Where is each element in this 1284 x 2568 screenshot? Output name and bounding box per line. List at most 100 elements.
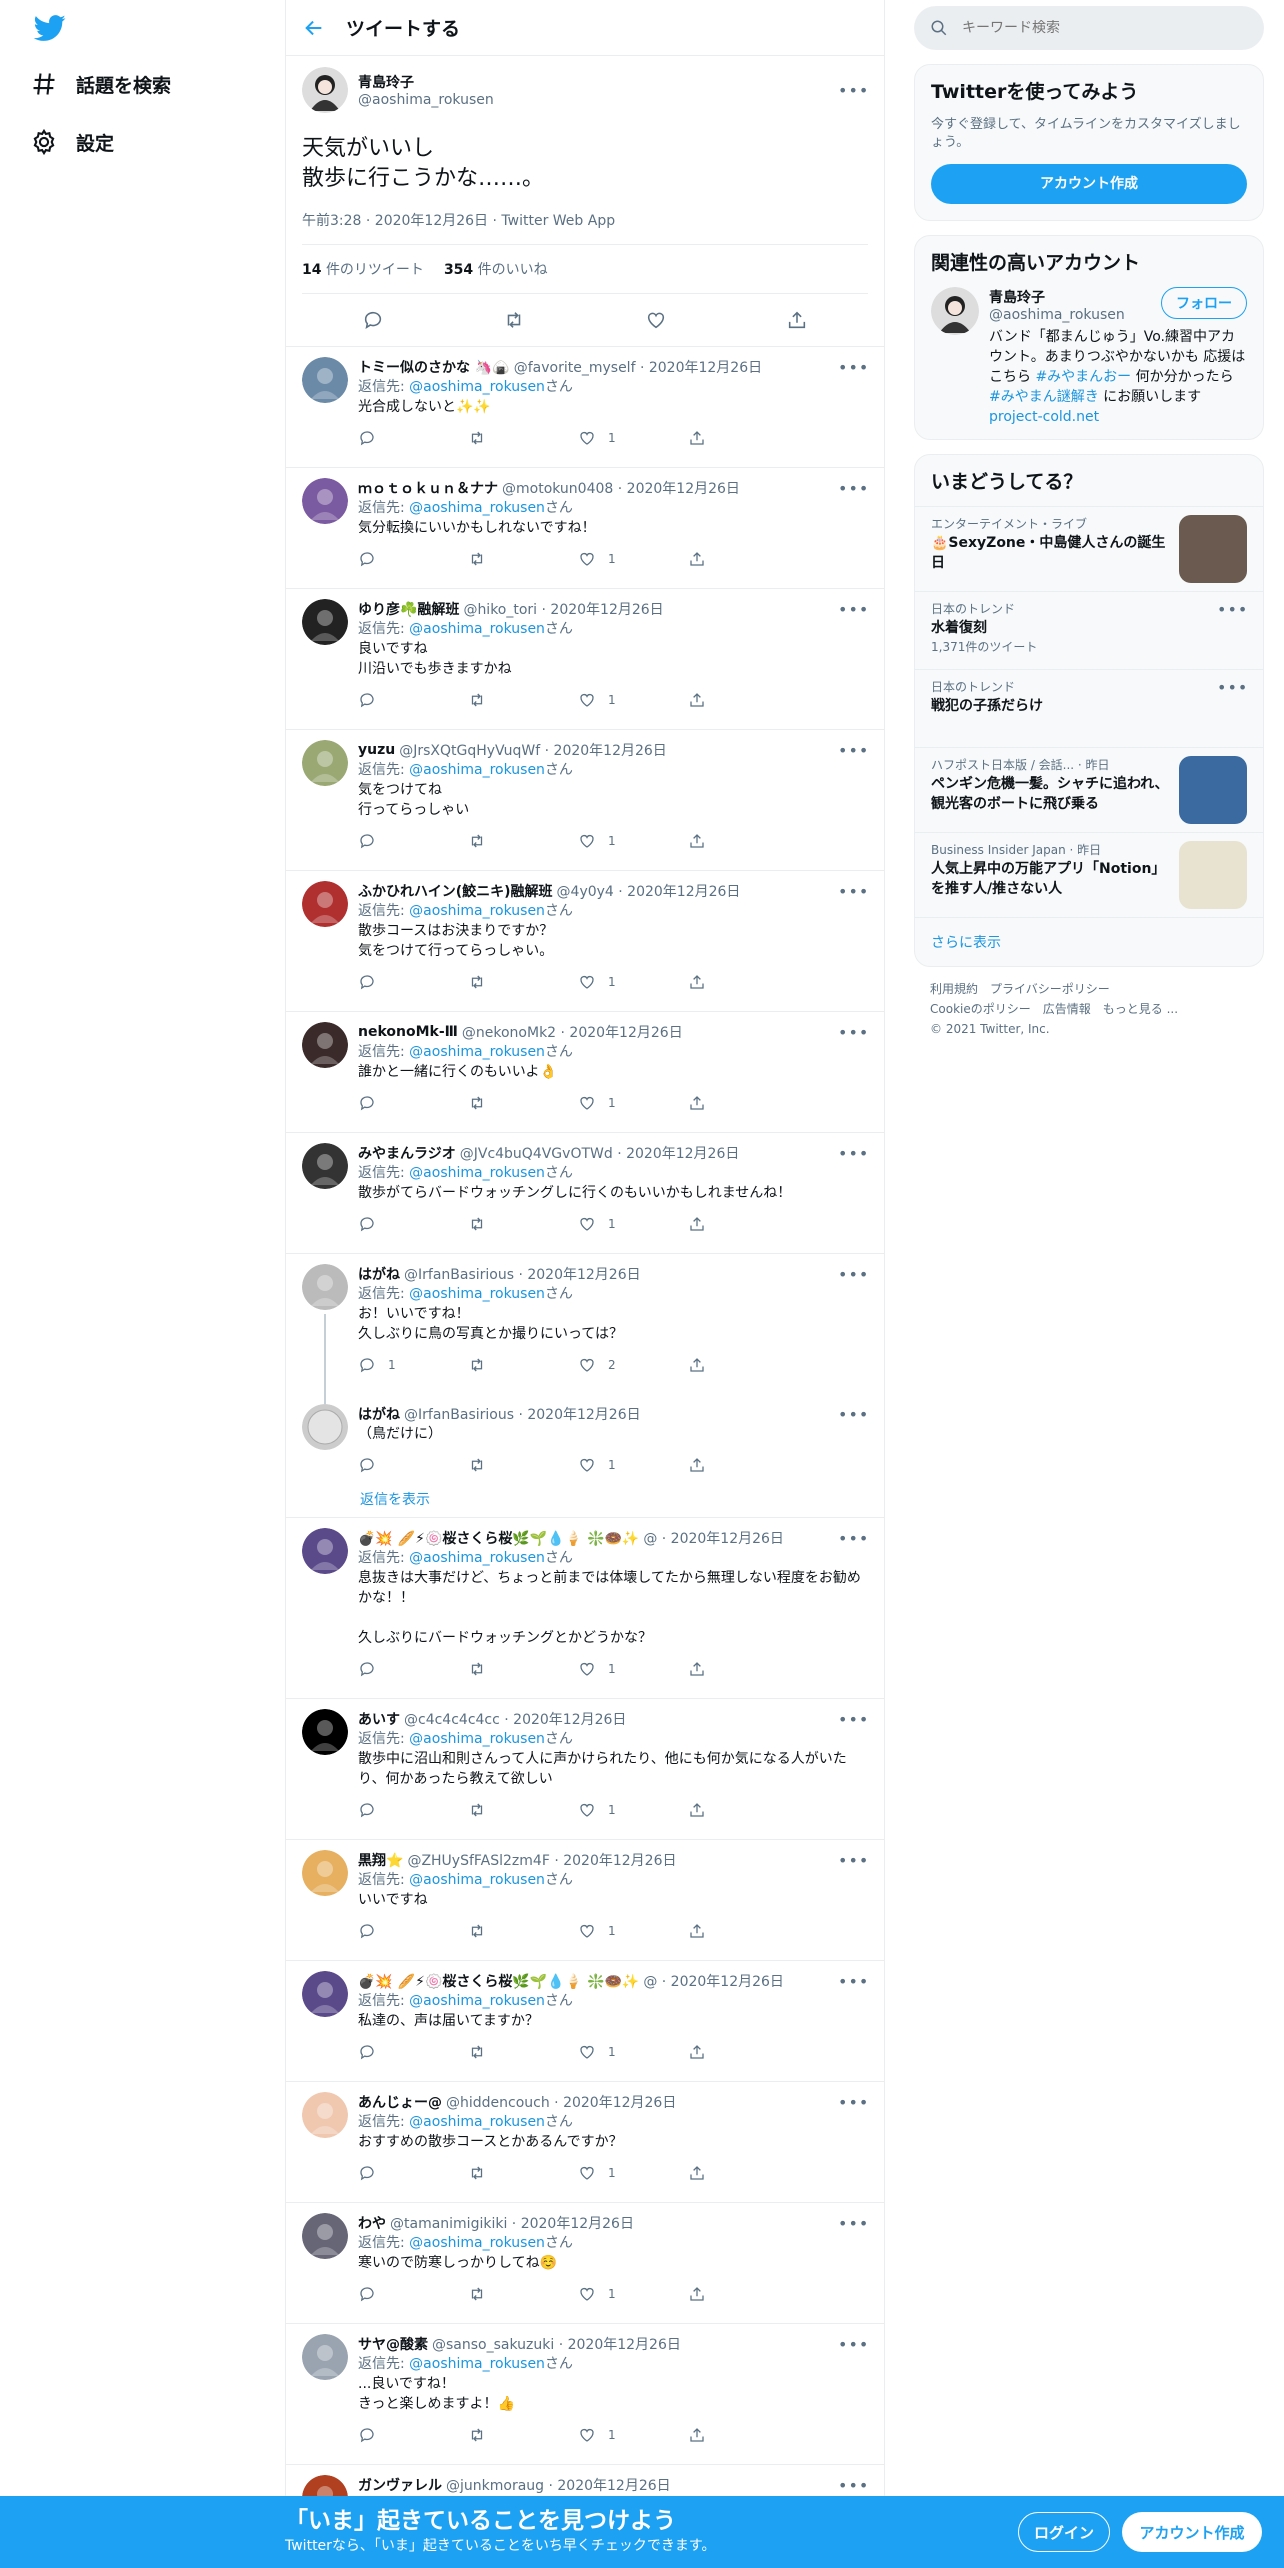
- avatar[interactable]: [302, 357, 348, 403]
- signup-button[interactable]: アカウント作成: [1122, 2512, 1262, 2552]
- more-options-icon[interactable]: •••: [838, 741, 868, 760]
- mention-link[interactable]: @aoshima_rokusen: [409, 500, 545, 516]
- share-button[interactable]: [688, 832, 798, 850]
- more-options-icon[interactable]: •••: [838, 1144, 868, 1163]
- trend-item[interactable]: エンターテイメント・ライブ 🎂SexyZone・中島健人さんの誕生日: [915, 506, 1263, 591]
- retweet-button[interactable]: [468, 2164, 578, 2182]
- retweet-icon[interactable]: [503, 309, 525, 331]
- like-button[interactable]: 1: [578, 973, 688, 991]
- like-button[interactable]: 1: [578, 1801, 688, 1819]
- footer-link[interactable]: もっと見る ...: [1103, 1002, 1178, 1016]
- retweet-button[interactable]: [468, 1356, 578, 1374]
- reply-tweet[interactable]: はがね @IrfanBasirious · 2020年12月26日 ••• 返信先: …: [286, 1254, 884, 1394]
- avatar[interactable]: [302, 67, 348, 113]
- reply-author-handle[interactable]: @ · 2020年12月26日: [643, 1528, 784, 1548]
- avatar[interactable]: [302, 1528, 348, 1574]
- share-button[interactable]: [688, 2043, 798, 2061]
- reply-author-handle[interactable]: @sanso_sakuzuki · 2020年12月26日: [432, 2334, 681, 2354]
- reply-button[interactable]: [358, 429, 468, 447]
- more-options-icon[interactable]: •••: [838, 479, 868, 498]
- author-name[interactable]: 青島玲子: [358, 72, 838, 92]
- reply-author-handle[interactable]: @hiko_tori · 2020年12月26日: [463, 599, 663, 619]
- like-button[interactable]: 1: [578, 429, 688, 447]
- reply-author-name[interactable]: サヤ@酸素: [358, 2334, 428, 2354]
- reply-button[interactable]: [358, 2426, 468, 2444]
- reply-button[interactable]: [358, 2043, 468, 2061]
- more-options-icon[interactable]: •••: [838, 1405, 868, 1424]
- reply-icon[interactable]: [362, 309, 384, 331]
- share-button[interactable]: [688, 2426, 798, 2444]
- share-icon[interactable]: [786, 309, 808, 331]
- reply-author-name[interactable]: あんじょー@: [358, 2092, 442, 2112]
- reply-tweet[interactable]: ｍｏｔｏｋｕｎ＆ナナ @motokun0408 · 2020年12月26日 ••• 返…: [286, 468, 884, 589]
- like-button[interactable]: 1: [578, 2426, 688, 2444]
- footer-link[interactable]: プライバシーポリシー: [990, 982, 1110, 996]
- like-button[interactable]: 2: [578, 1356, 688, 1374]
- retweet-count[interactable]: 14 件のリツイート: [302, 259, 424, 279]
- reply-button[interactable]: [358, 2285, 468, 2303]
- avatar[interactable]: [302, 1971, 348, 2017]
- reply-author-handle[interactable]: @ZHUySfFASl2zm4F · 2020年12月26日: [407, 1850, 676, 1870]
- reply-author-name[interactable]: トミー似のさかな 🦄🍙: [358, 357, 510, 377]
- reply-button[interactable]: [358, 1922, 468, 1940]
- share-button[interactable]: [688, 1215, 798, 1233]
- reply-button[interactable]: [358, 1660, 468, 1678]
- reply-author-name[interactable]: ｍｏｔｏｋｕｎ＆ナナ: [358, 478, 498, 498]
- avatar[interactable]: [302, 2334, 348, 2380]
- show-more-link[interactable]: さらに表示: [915, 917, 1263, 966]
- retweet-button[interactable]: [468, 1922, 578, 1940]
- avatar[interactable]: [302, 1143, 348, 1189]
- retweet-button[interactable]: [468, 973, 578, 991]
- more-options-icon[interactable]: •••: [838, 1710, 868, 1729]
- footer-link[interactable]: 利用規約: [930, 982, 978, 996]
- reply-button[interactable]: [358, 550, 468, 568]
- more-options-icon[interactable]: •••: [838, 882, 868, 901]
- reply-author-name[interactable]: 💣💥 🥖⚡🍥桜さくら桜🌿🌱💧🍦 ❇️🍩✨: [358, 1528, 639, 1548]
- mention-link[interactable]: @aoshima_rokusen: [409, 2235, 545, 2251]
- reply-tweet[interactable]: あいす @c4c4c4c4cc · 2020年12月26日 ••• 返信先: @aos…: [286, 1699, 884, 1840]
- share-button[interactable]: [688, 1922, 798, 1940]
- like-button[interactable]: 1: [578, 1094, 688, 1112]
- share-button[interactable]: [688, 2164, 798, 2182]
- more-options-icon[interactable]: •••: [838, 2476, 868, 2495]
- share-button[interactable]: [688, 691, 798, 709]
- reply-author-handle[interactable]: @favorite_myself · 2020年12月26日: [514, 357, 762, 377]
- mention-link[interactable]: @aoshima_rokusen: [409, 762, 545, 778]
- trend-item[interactable]: Business Insider Japan · 昨日 人気上昇中の万能アプリ「N…: [915, 832, 1263, 917]
- account-name[interactable]: 青島玲子: [989, 287, 1161, 307]
- mention-link[interactable]: @aoshima_rokusen: [409, 1550, 545, 1566]
- login-button[interactable]: ログイン: [1018, 2512, 1110, 2552]
- like-icon[interactable]: [645, 309, 667, 331]
- more-options-icon[interactable]: •••: [838, 2214, 868, 2233]
- more-options-icon[interactable]: •••: [838, 1529, 868, 1548]
- search-input[interactable]: [962, 20, 1212, 36]
- like-button[interactable]: 1: [578, 2043, 688, 2061]
- retweet-button[interactable]: [468, 2426, 578, 2444]
- like-count[interactable]: 354 件のいいね: [444, 259, 548, 279]
- reply-button[interactable]: 1: [358, 1356, 468, 1374]
- retweet-button[interactable]: [468, 550, 578, 568]
- reply-tweet[interactable]: みやまんラジオ @JVc4buQ4VGvOTWd · 2020年12月26日 •••…: [286, 1133, 884, 1254]
- tweet-meta[interactable]: 午前3:28 · 2020年12月26日 · Twitter Web App: [302, 210, 868, 230]
- more-options-icon[interactable]: •••: [838, 2093, 868, 2112]
- reply-tweet[interactable]: ふかひれハイン(鮫ニキ)融解班 @4y0y4 · 2020年12月26日 ••• 返信…: [286, 871, 884, 1012]
- reply-author-handle[interactable]: @junkmoraug · 2020年12月26日: [446, 2475, 671, 2495]
- reply-tweet[interactable]: サヤ@酸素 @sanso_sakuzuki · 2020年12月26日 ••• 返信先…: [286, 2324, 884, 2465]
- retweet-button[interactable]: [468, 832, 578, 850]
- share-button[interactable]: [688, 1801, 798, 1819]
- reply-author-handle[interactable]: @c4c4c4c4cc · 2020年12月26日: [404, 1709, 626, 1729]
- nav-explore[interactable]: 話題を検索: [30, 64, 171, 104]
- reply-author-name[interactable]: あいす: [358, 1709, 400, 1729]
- more-options-icon[interactable]: •••: [838, 1851, 868, 1870]
- retweet-button[interactable]: [468, 1094, 578, 1112]
- mention-link[interactable]: @aoshima_rokusen: [409, 2114, 545, 2130]
- signup-button[interactable]: アカウント作成: [931, 164, 1247, 204]
- retweet-button[interactable]: [468, 1456, 578, 1474]
- reply-author-name[interactable]: わや: [358, 2213, 386, 2233]
- reply-tweet[interactable]: yuzu @JrsXQtGqHyVuqWf · 2020年12月26日 ••• 返信先…: [286, 730, 884, 871]
- reply-tweet[interactable]: 💣💥 🥖⚡🍥桜さくら桜🌿🌱💧🍦 ❇️🍩✨ @ · 2020年12月26日 ••• 返信…: [286, 1961, 884, 2082]
- reply-author-name[interactable]: ふかひれハイン(鮫ニキ)融解班: [358, 881, 553, 901]
- reply-tweet[interactable]: 💣💥 🥖⚡🍥桜さくら桜🌿🌱💧🍦 ❇️🍩✨ @ · 2020年12月26日 ••• 返信…: [286, 1518, 884, 1699]
- more-options-icon[interactable]: •••: [1217, 600, 1247, 661]
- mention-link[interactable]: @aoshima_rokusen: [409, 1286, 545, 1302]
